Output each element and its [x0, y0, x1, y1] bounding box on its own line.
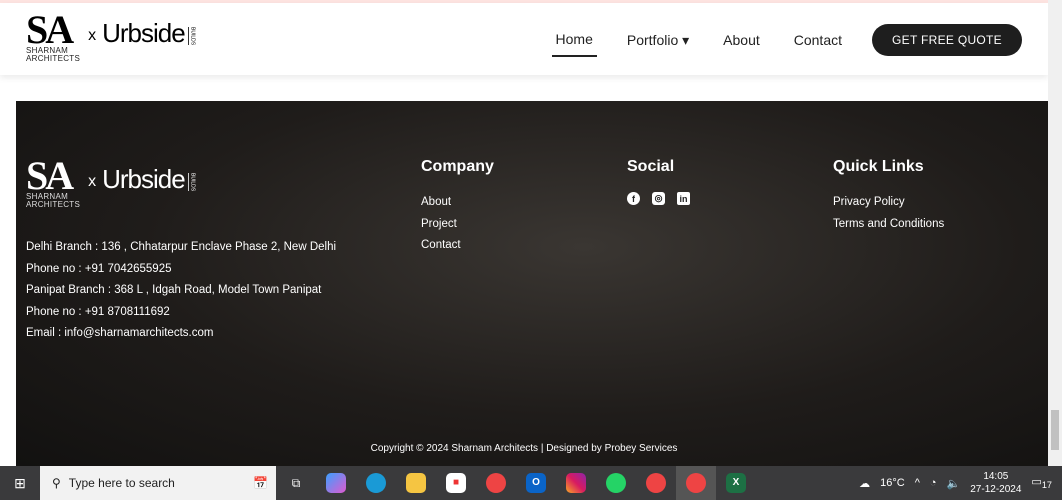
nav-home[interactable]: Home	[551, 23, 597, 57]
chrome-active-icon[interactable]	[676, 466, 716, 500]
company-heading: Company	[421, 158, 494, 175]
instagram-icon[interactable]: ◎	[652, 192, 665, 205]
calendar-icon: 📅	[253, 476, 268, 490]
caret-down-icon: ▾	[682, 31, 690, 48]
instagram-app-icon[interactable]	[556, 466, 596, 500]
logo-urbside: Urbside	[102, 18, 186, 48]
get-quote-button[interactable]: GET FREE QUOTE	[872, 24, 1022, 56]
nav-about[interactable]: About	[719, 24, 764, 56]
logo-urbside: Urbside	[102, 164, 186, 194]
chevron-up-icon[interactable]: ^	[915, 477, 920, 489]
edge-icon[interactable]	[356, 466, 396, 500]
logo-builds: BUILDS	[187, 26, 196, 45]
logo-x: x	[88, 173, 97, 190]
company-column: Company About Project Contact	[421, 158, 494, 257]
notification-count: 17	[1041, 480, 1052, 491]
footer-link-terms[interactable]: Terms and Conditions	[833, 214, 944, 236]
excel-icon[interactable]: X	[716, 466, 756, 500]
logo-sub: ARCHITECTS	[26, 200, 81, 209]
logo-sub: ARCHITECTS	[26, 54, 81, 63]
search-icon: ⚲	[52, 476, 61, 490]
system-tray: ☁ 16°C ^ ◔ 🔈 14:05 27-12-2024 ▭17	[859, 470, 1062, 496]
facebook-icon[interactable]: f	[627, 192, 640, 205]
footer-link-about[interactable]: About	[421, 192, 494, 214]
copilot-icon[interactable]	[316, 466, 356, 500]
site-header: SA SHARNAM ARCHITECTS x Urbside BUILDS H…	[0, 3, 1048, 75]
date: 27-12-2024	[970, 484, 1022, 495]
task-view-icon[interactable]: ⧉	[276, 466, 316, 500]
logo-x: x	[88, 27, 97, 44]
scrollbar-thumb[interactable]	[1051, 410, 1059, 450]
quick-links-heading: Quick Links	[833, 158, 924, 175]
logo-mark: SA	[26, 7, 74, 52]
logo-mark: SA	[26, 153, 74, 198]
copyright: Copyright © 2024 Sharnam Architects | De…	[370, 443, 678, 454]
social-column: Social f ◎ in	[627, 158, 690, 205]
footer-logo[interactable]: SA SHARNAM ARCHITECTS x Urbside BUILDS	[26, 153, 196, 209]
file-explorer-icon[interactable]	[396, 466, 436, 500]
nav-label: Portfolio	[626, 31, 679, 48]
wifi-icon[interactable]: ◔	[930, 477, 937, 489]
weather-icon[interactable]: ☁	[859, 477, 870, 490]
taskbar: ⊞ ⚲ Type here to search 📅 ⧉ ■ O X ☁ 16°C ^…	[0, 466, 1062, 500]
outlook-icon[interactable]: O	[516, 466, 556, 500]
social-heading: Social	[627, 158, 675, 175]
site-footer: SA SHARNAM ARCHITECTS x Urbside BUILDS D…	[16, 101, 1048, 466]
scrollbar[interactable]	[1048, 0, 1062, 466]
delhi-phone: Phone no : +91 7042655925	[26, 262, 172, 275]
panipat-phone: Phone no : +91 8708111692	[26, 305, 170, 318]
notification-icon[interactable]: ▭17	[1031, 475, 1052, 490]
footer-link-contact[interactable]: Contact	[421, 235, 494, 257]
quick-links-column: Quick Links Privacy Policy Terms and Con…	[833, 158, 944, 235]
chrome-icon[interactable]	[476, 466, 516, 500]
panipat-address: Panipat Branch : 368 L , Idgah Road, Mod…	[26, 284, 322, 296]
logo-builds: BUILDS	[187, 172, 196, 191]
chrome-profile-icon[interactable]	[636, 466, 676, 500]
weather-temp[interactable]: 16°C	[880, 477, 905, 489]
whatsapp-icon[interactable]	[596, 466, 636, 500]
store-icon[interactable]: ■	[436, 466, 476, 500]
volume-icon[interactable]: 🔈	[947, 477, 961, 490]
nav-contact[interactable]: Contact	[790, 24, 846, 56]
nav-portfolio[interactable]: Portfolio ▾	[623, 24, 693, 57]
header-logo[interactable]: SA SHARNAM ARCHITECTS x Urbside BUILDS	[26, 7, 196, 63]
linkedin-icon[interactable]: in	[677, 192, 690, 205]
main-nav: Home Portfolio ▾ About Contact GET FREE …	[551, 23, 1022, 57]
delhi-address: Delhi Branch : 136 , Chhatarpur Enclave …	[26, 241, 337, 253]
contact-info: Delhi Branch : 136 , Chhatarpur Enclave …	[26, 237, 336, 345]
email: Email : info@sharnamarchitects.com	[26, 327, 214, 339]
windows-start-icon[interactable]: ⊞	[0, 475, 40, 492]
clock[interactable]: 14:05 27-12-2024	[970, 470, 1021, 496]
footer-link-privacy[interactable]: Privacy Policy	[833, 192, 944, 214]
taskbar-search[interactable]: ⚲ Type here to search 📅	[40, 466, 276, 500]
footer-link-project[interactable]: Project	[421, 214, 494, 236]
search-placeholder: Type here to search	[68, 476, 175, 490]
time: 14:05	[983, 471, 1009, 482]
